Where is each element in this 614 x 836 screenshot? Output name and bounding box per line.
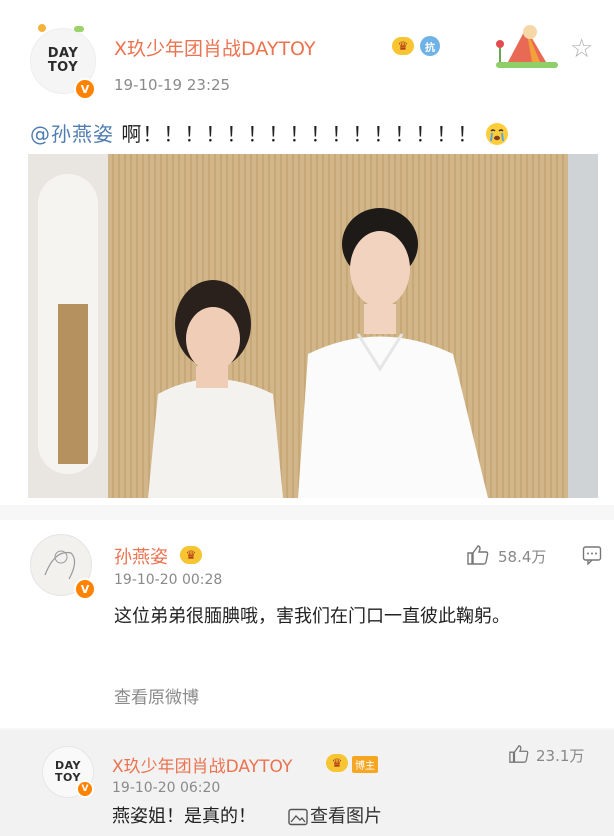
post-timestamp: 19-10-19 23:25 [114,76,231,94]
favorite-star-icon[interactable]: ☆ [570,34,593,64]
comment-author[interactable]: 孙燕姿 [114,543,168,569]
logo-decoration [38,24,46,32]
verified-badge-icon: V [74,578,96,600]
comment-timestamp: 19-10-20 00:28 [114,572,223,588]
like-count: 58.4万 [498,548,547,566]
verified-badge-icon: V [76,780,94,798]
post-author-name[interactable]: X玖少年团肖战DAYTOY [114,34,316,61]
daytoy-logo: DAY TOY [47,46,79,75]
comment-body: 这位弟弟很腼腆哦，害我们在门口一直彼此鞠躬。 [114,606,510,627]
comment-body: 燕姿姐！是真的！ [112,806,256,827]
verified-badge-icon: V [74,78,96,100]
view-image-link[interactable]: 查看图片 [310,802,382,832]
blogger-badge: 博主 [352,756,378,773]
crown-icon: ♛ [180,546,202,564]
image-icon[interactable] [288,808,308,830]
comment-author[interactable]: X玖少年团肖战DAYTOY [112,752,292,777]
like-icon[interactable] [466,544,490,570]
daytoy-logo: DAY TOY [54,759,82,784]
post-photo[interactable] [28,154,598,498]
reply-icon[interactable] [582,545,602,569]
cry-emoji-icon [485,123,508,145]
view-original-weibo-link[interactable]: 查看原微博 [114,683,199,708]
post-body-text: 啊！！！！！！！！！！！！！！！！ [114,122,479,146]
crown-icon: ♛ [392,37,414,55]
post-text: @孙燕姿 啊！！！！！！！！！！！！！！！！ [30,118,508,147]
like-icon[interactable] [508,744,530,768]
comment-timestamp: 19-10-20 06:20 [112,780,221,796]
mention-link[interactable]: @孙燕姿 [30,122,114,146]
crown-icon: ♛ [326,754,348,772]
logo-decoration [74,26,84,32]
like-count: 23.1万 [536,747,585,765]
anti-tag-icon: 抗 [420,36,440,56]
card-decoration-sticker [486,18,568,74]
